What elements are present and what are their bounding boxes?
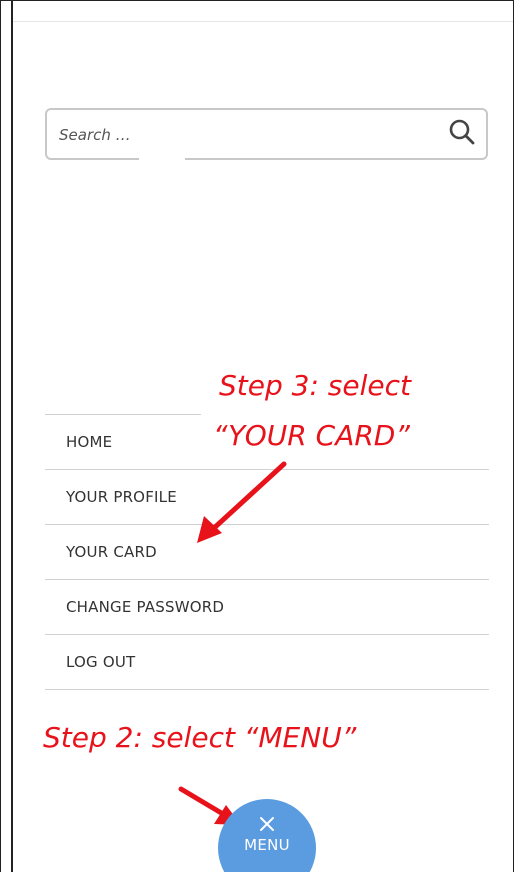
step2-annotation: Step 2: select “MENU” [43,721,357,754]
step3-annotation-line2: “YOUR CARD” [213,419,410,452]
menu-item-label: LOG OUT [66,653,136,671]
menu-item-your-card[interactable]: YOUR CARD [45,525,489,580]
menu-fab-button[interactable]: MENU [218,799,316,872]
fab-label: MENU [244,836,290,854]
menu-item-label: HOME [66,433,113,451]
close-icon [260,817,274,831]
menu-item-label: CHANGE PASSWORD [66,598,225,616]
menu-item-label: YOUR CARD [66,543,157,561]
menu-item-label: YOUR PROFILE [66,488,177,506]
search-icon[interactable] [447,117,477,147]
top-divider [11,21,513,22]
search-box[interactable] [45,108,488,160]
search-gap [139,158,185,164]
menu-item-log-out[interactable]: LOG OUT [45,635,489,690]
step3-annotation-line1: Step 3: select [219,369,411,402]
menu-item-your-profile[interactable]: YOUR PROFILE [45,470,489,525]
menu-item-change-password[interactable]: CHANGE PASSWORD [45,580,489,635]
nav-menu: HOME YOUR PROFILE YOUR CARD CHANGE PASSW… [45,415,489,690]
search-input[interactable] [59,124,419,146]
left-edge [11,1,13,872]
screenshot-frame: HOME YOUR PROFILE YOUR CARD CHANGE PASSW… [0,0,514,872]
